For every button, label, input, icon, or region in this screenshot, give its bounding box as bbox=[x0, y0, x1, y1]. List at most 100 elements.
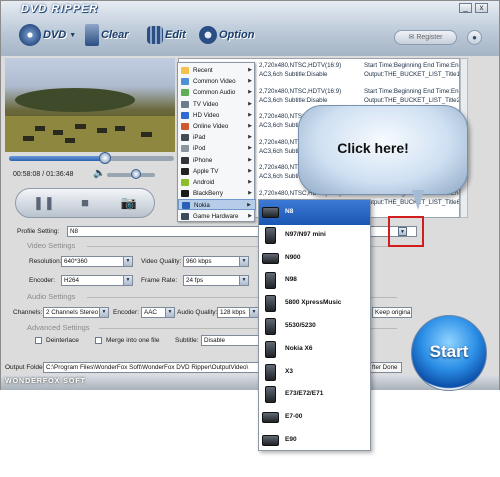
start-label[interactable]: Start bbox=[411, 342, 487, 362]
device-item[interactable]: N97/N97 mini bbox=[259, 223, 370, 248]
menu-item[interactable]: iPad ▶ bbox=[178, 132, 256, 143]
minimize-button[interactable]: _ bbox=[459, 3, 472, 13]
audio-settings-header: Audio Settings bbox=[27, 292, 76, 301]
menu-item[interactable]: TV Video ▶ bbox=[178, 99, 256, 110]
title-trim-info: Start Time:Beginning End Time:Ending bbox=[364, 87, 459, 95]
chevron-down-icon[interactable]: ▼ bbox=[239, 276, 248, 285]
sample-rate-select[interactable]: Keep origina bbox=[372, 307, 412, 318]
device-item[interactable]: N98 bbox=[259, 268, 370, 293]
category-icon bbox=[181, 212, 189, 220]
menu-item[interactable]: Recent ▶ bbox=[178, 65, 256, 76]
device-label: N8 bbox=[285, 208, 294, 215]
chevron-down-icon[interactable]: ▼ bbox=[123, 257, 132, 266]
device-item[interactable]: N8 bbox=[259, 200, 370, 225]
category-icon bbox=[181, 78, 189, 86]
device-item[interactable]: N900 bbox=[259, 246, 370, 271]
menu-item-label: TV Video bbox=[193, 100, 219, 108]
merge-checkbox[interactable] bbox=[95, 337, 102, 344]
video-quality-value: 960 kbps bbox=[186, 258, 212, 265]
profile-dropdown-button[interactable]: ▼ bbox=[398, 227, 407, 236]
deinterlace-label: Deinterlace bbox=[46, 337, 79, 344]
callout-label: Click here! bbox=[337, 140, 409, 156]
chevron-down-icon[interactable]: ▼ bbox=[99, 308, 108, 317]
menu-item[interactable]: Common Video ▶ bbox=[178, 76, 256, 87]
playback-time: 00:58:08 / 01:36:48 bbox=[13, 171, 74, 178]
output-folder-label: Output Folder: bbox=[5, 364, 47, 371]
register-button[interactable]: ✉ Register bbox=[394, 30, 457, 45]
after-done-select[interactable]: fter Done bbox=[369, 362, 402, 373]
output-folder-input[interactable]: C:\Program Files\WonderFox Soft\WonderFo… bbox=[43, 362, 275, 373]
volume-handle[interactable] bbox=[130, 169, 141, 179]
frame-rate-select[interactable]: 24 fps ▼ bbox=[183, 275, 249, 286]
close-button[interactable]: x bbox=[475, 3, 488, 13]
advanced-settings-header: Advanced Settings bbox=[27, 323, 90, 332]
device-label: N900 bbox=[285, 253, 301, 261]
audio-quality-select[interactable]: 128 kbps ▼ bbox=[217, 307, 259, 318]
subtitle-select[interactable]: Disable bbox=[201, 335, 259, 346]
app-title: DVD RIPPER bbox=[21, 3, 99, 15]
menu-item[interactable]: Game Hardware ▶ bbox=[178, 211, 256, 222]
dvd-label: DVD bbox=[43, 29, 67, 41]
device-label: N97/N97 mini bbox=[285, 230, 326, 238]
submenu-arrow-icon: ▶ bbox=[248, 123, 252, 129]
clear-button[interactable]: Clear bbox=[85, 21, 129, 49]
edit-button[interactable]: Edit bbox=[147, 21, 186, 49]
option-button[interactable]: Option bbox=[199, 21, 254, 49]
menu-item[interactable]: HD Video ▶ bbox=[178, 110, 256, 121]
menu-item[interactable]: Apple TV ▶ bbox=[178, 166, 256, 177]
menu-item-label: Apple TV bbox=[193, 167, 219, 175]
chevron-down-icon[interactable]: ▼ bbox=[249, 308, 258, 317]
menu-item-label: iPad bbox=[193, 134, 206, 142]
seek-bar[interactable] bbox=[9, 156, 174, 161]
category-icon bbox=[181, 123, 189, 130]
device-item[interactable]: E90 bbox=[259, 428, 370, 450]
brand-logo: WONDERFOX SOFT bbox=[5, 378, 86, 385]
channels-select[interactable]: 2 Channels Stereo ▼ bbox=[43, 307, 109, 318]
phone-icon bbox=[265, 340, 276, 358]
menu-item[interactable]: Android ▶ bbox=[178, 177, 256, 188]
device-label: E73/E72/E71 bbox=[285, 390, 324, 398]
audio-quality-value: 128 kbps bbox=[220, 309, 246, 316]
video-settings-header: Video Settings bbox=[27, 241, 76, 250]
video-quality-select[interactable]: 960 kbps ▼ bbox=[183, 256, 249, 267]
menu-item[interactable]: iPhone ▶ bbox=[178, 155, 256, 166]
volume-icon[interactable]: 🔈 bbox=[93, 168, 105, 179]
menu-item[interactable]: BlackBerry ▶ bbox=[178, 188, 256, 199]
device-item[interactable]: Nokia X6 bbox=[259, 337, 370, 362]
title-output-name: Output:THE_BUCKET_LIST_Title2.mp4 bbox=[364, 96, 459, 104]
device-item[interactable]: X3 bbox=[259, 360, 370, 385]
savanna-scene bbox=[5, 88, 175, 152]
device-item[interactable]: E7-00 bbox=[259, 405, 370, 430]
submenu-arrow-icon: ▶ bbox=[248, 111, 252, 118]
chevron-down-icon[interactable]: ▼ bbox=[239, 257, 248, 266]
sample-rate-value: Keep origina bbox=[375, 309, 411, 316]
menu-item[interactable]: Common Audio ▶ bbox=[178, 87, 256, 98]
title-row[interactable]: 2,720x480,NTSC,HDTV(16:9) AC3,6ch Subtitl… bbox=[259, 61, 459, 84]
menu-item[interactable]: Nokia ▶ bbox=[178, 199, 256, 211]
deinterlace-checkbox[interactable] bbox=[35, 337, 42, 344]
chevron-down-icon[interactable]: ▼ bbox=[123, 276, 132, 285]
submenu-arrow-icon: ▶ bbox=[248, 212, 252, 219]
device-item[interactable]: 5530/5230 bbox=[259, 314, 370, 339]
category-icon bbox=[181, 167, 189, 175]
trash-icon bbox=[85, 24, 99, 46]
seek-handle[interactable] bbox=[98, 152, 111, 164]
audio-encoder-select[interactable]: AAC ▼ bbox=[141, 307, 175, 318]
dvd-dropdown-icon[interactable]: ▼ bbox=[69, 32, 76, 39]
resolution-select[interactable]: 640*360 ▼ bbox=[61, 256, 133, 267]
device-item[interactable]: 5800 XpressMusic bbox=[259, 291, 370, 316]
stop-icon[interactable]: ■ bbox=[75, 193, 95, 213]
user-icon[interactable]: ● bbox=[467, 30, 482, 45]
device-item[interactable]: E73/E72/E71 bbox=[259, 382, 370, 407]
device-label: 5530/5230 bbox=[285, 322, 316, 329]
camera-icon[interactable]: 📷 bbox=[119, 193, 139, 213]
category-icon bbox=[181, 145, 189, 153]
menu-item-label: Recent bbox=[193, 67, 213, 74]
menu-item[interactable]: iPod ▶ bbox=[178, 143, 256, 154]
menu-item[interactable]: Online Video ▶ bbox=[178, 121, 256, 132]
chevron-down-icon[interactable]: ▼ bbox=[165, 308, 174, 317]
encoder-select[interactable]: H264 ▼ bbox=[61, 275, 133, 286]
submenu-arrow-icon: ▶ bbox=[248, 134, 252, 141]
dvd-button[interactable]: DVD ▼ bbox=[19, 21, 76, 49]
pause-icon[interactable]: ❚❚ bbox=[33, 193, 55, 213]
